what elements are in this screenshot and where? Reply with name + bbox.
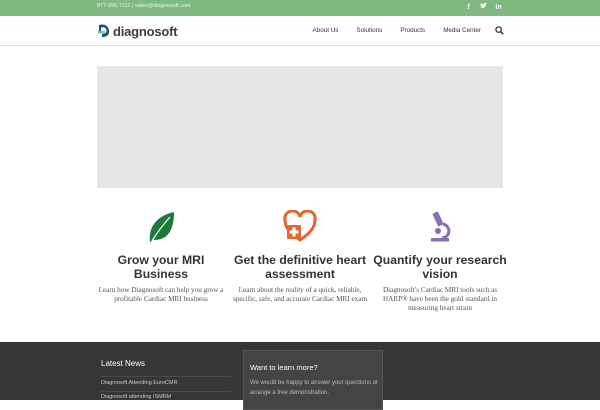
nav-solutions[interactable]: Solutions <box>356 27 382 34</box>
learn-more-box: Want to learn more? We would be happy to… <box>243 350 383 410</box>
hero-banner <box>97 66 503 188</box>
top-bar: 877-996-7111 | sales@diagnosoft.com f in <box>0 0 600 16</box>
news-link[interactable]: Diagnosoft attending ISMRM <box>101 394 231 400</box>
latest-news-heading: Latest News <box>101 359 146 368</box>
feature-title: Quantify your research vision <box>373 253 507 281</box>
facebook-icon[interactable]: f <box>464 2 473 13</box>
twitter-icon[interactable] <box>479 2 488 13</box>
logo-text: diagnosoft <box>113 23 178 39</box>
divider <box>101 391 231 392</box>
feature-title: Grow your MRI Business <box>117 253 205 281</box>
nav-products[interactable]: Products <box>400 27 425 34</box>
site-footer: Latest News Diagnosoft Attending EuroCMR… <box>0 342 600 410</box>
site-logo[interactable]: diagnosoft <box>97 23 178 39</box>
heart-plus-icon <box>232 208 368 246</box>
feature-research-vision: Quantify your research vision Diagnosoft… <box>372 208 508 313</box>
contact-info[interactable]: 877-996-7111 | sales@diagnosoft.com <box>97 3 191 9</box>
divider <box>101 376 231 377</box>
social-links: f in <box>464 2 503 13</box>
linkedin-icon[interactable]: in <box>494 2 503 13</box>
feature-heart-assessment: Get the definitive heart assessment Lear… <box>232 208 368 304</box>
microscope-icon <box>372 208 508 246</box>
learn-more-text: We would be happy to answer your questio… <box>250 380 378 396</box>
feature-grow-business: Grow your MRI Business Learn how Diagnos… <box>93 208 229 304</box>
feature-text: Diagnosoft's Cardiac MRI tools such as H… <box>382 286 498 312</box>
nav-about-us[interactable]: About Us <box>313 27 339 34</box>
learn-more-title: Want to learn more? <box>250 363 318 372</box>
main-nav: About Us Solutions Products Media Center <box>295 26 504 35</box>
site-header: diagnosoft About Us Solutions Products M… <box>0 16 600 46</box>
feature-text: Learn about the reality of a quick, reli… <box>232 286 368 303</box>
nav-media-center[interactable]: Media Center <box>443 27 481 34</box>
logo-mark-icon <box>98 24 110 37</box>
feature-text: Learn how Diagnosoft can help you grow a… <box>98 286 224 303</box>
news-link[interactable]: Diagnosoft Attending EuroCMR <box>101 380 231 386</box>
search-icon[interactable] <box>495 26 504 35</box>
feature-title: Get the definitive heart assessment <box>233 253 367 281</box>
leaf-icon <box>93 208 229 246</box>
